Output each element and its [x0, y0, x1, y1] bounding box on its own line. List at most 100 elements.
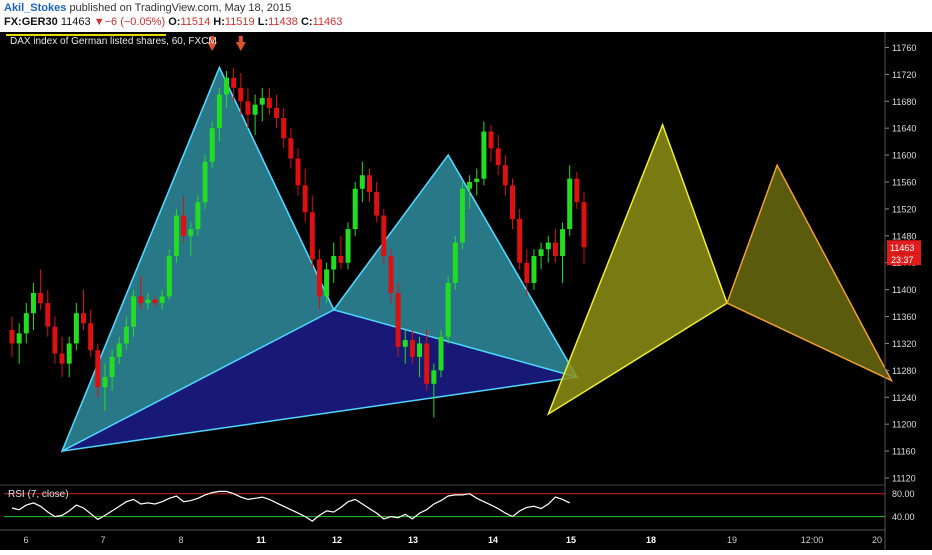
- candle-body: [581, 202, 587, 248]
- candle-body: [502, 165, 508, 186]
- price-tick-label: 11560: [892, 178, 916, 188]
- candle-body: [16, 333, 22, 344]
- candle-body: [381, 215, 387, 256]
- price-tick-label: 11680: [892, 97, 916, 107]
- candle-body: [288, 138, 294, 159]
- candle-body: [81, 313, 86, 324]
- candle-body: [152, 299, 158, 304]
- time-tick-label: 12:00: [801, 535, 824, 545]
- candle-body: [95, 350, 101, 388]
- candle-body: [316, 259, 322, 297]
- down-arrow-icon-stem: [238, 36, 243, 42]
- candle-body: [252, 104, 258, 115]
- candle-body: [309, 212, 315, 260]
- candle-body: [552, 242, 558, 256]
- publish-line: Akil_Stokes published on TradingView.com…: [4, 2, 291, 14]
- time-tick-label: 18: [646, 535, 656, 545]
- time-tick-label: 11: [256, 535, 266, 545]
- candle-body: [545, 242, 551, 250]
- candle-body: [231, 77, 237, 88]
- price-tick-label: 11240: [892, 393, 916, 403]
- candle-body: [166, 256, 172, 297]
- candle-body: [59, 353, 65, 364]
- candle-body: [38, 293, 44, 304]
- candle-body: [495, 148, 501, 166]
- price-tick-label: 11320: [892, 339, 916, 349]
- candle-body: [224, 77, 229, 95]
- candle-body: [9, 330, 15, 344]
- time-axis: 6 7 8 11 12 13 14 15 18 19 12:00 20: [0, 529, 885, 545]
- chart-area[interactable]: 11760 11720 11680 11640 11600 11560 11520 11480…: [0, 32, 932, 550]
- candle-body: [359, 175, 365, 189]
- low-label: L:: [257, 16, 269, 28]
- candle-body: [181, 215, 187, 236]
- candle-body: [302, 185, 308, 213]
- candle-body: [202, 161, 208, 203]
- price-tick-label: 11160: [892, 447, 916, 457]
- candle-body: [402, 340, 408, 347]
- rsi-pane: 80.00 40.00: [4, 489, 915, 522]
- price-tick-label: 11520: [892, 204, 916, 214]
- high-label: H:: [213, 16, 225, 28]
- price-tick-label: 11720: [892, 70, 916, 80]
- close-value: 11463: [312, 16, 343, 28]
- symbol-label[interactable]: FX:GER30: [4, 16, 58, 28]
- candle-body: [474, 178, 480, 182]
- candle-body: [567, 178, 573, 230]
- candle-body: [467, 182, 473, 189]
- candle-body: [173, 215, 179, 256]
- candle-body: [138, 296, 144, 304]
- candle-body: [517, 219, 523, 263]
- price-badges: 11463 23:37: [887, 240, 921, 266]
- rsi-label: RSI (7, close): [8, 489, 69, 500]
- time-tick-label: 7: [100, 535, 105, 545]
- candle-body: [102, 377, 108, 388]
- candle-body: [438, 336, 444, 371]
- candle-body: [417, 343, 423, 357]
- candle-body: [388, 256, 394, 293]
- candle-body: [524, 262, 530, 283]
- candle-body: [123, 326, 129, 344]
- price-change: ▼−6 (−0.05%): [93, 16, 166, 28]
- time-tick-label: 13: [408, 535, 418, 545]
- candle-body: [324, 269, 330, 297]
- candle-body: [259, 97, 265, 105]
- time-tick-label: 6: [23, 535, 28, 545]
- candle-body: [452, 242, 458, 283]
- candle-body: [295, 158, 301, 186]
- candle-body: [395, 293, 401, 347]
- price-tick-label: 11360: [892, 312, 916, 322]
- price-tick-label: 11640: [892, 124, 916, 134]
- candle-body: [195, 202, 201, 230]
- candle-body: [30, 293, 36, 314]
- author-link[interactable]: Akil_Stokes: [4, 2, 66, 14]
- candle-body: [266, 97, 272, 108]
- publish-info: published on TradingView.com, May 18, 20…: [69, 2, 292, 14]
- candle-body: [531, 256, 537, 283]
- candle-body: [352, 188, 358, 230]
- low-value: 11438: [268, 16, 298, 28]
- open-value: 11514: [180, 16, 211, 28]
- high-value: 11519: [224, 16, 255, 28]
- candle-body: [23, 313, 29, 334]
- price-tick-label: 11760: [892, 43, 916, 53]
- candle-body: [116, 343, 122, 357]
- rsi-tick-label: 80.00: [892, 489, 915, 499]
- candle-body: [73, 313, 79, 344]
- candle-body: [88, 323, 94, 351]
- candle-body: [131, 296, 137, 327]
- candle-body: [481, 131, 487, 179]
- chart-canvas[interactable]: 1176011720116801164011600115601152011480…: [0, 32, 932, 550]
- candle-body: [374, 192, 380, 216]
- candle-body: [574, 178, 580, 203]
- candle-body: [209, 128, 215, 162]
- candle-body: [274, 108, 280, 119]
- candle-body: [345, 229, 351, 263]
- chart-header: Akil_Stokes published on TradingView.com…: [0, 0, 932, 32]
- close-label: C:: [300, 16, 313, 28]
- rsi-tick-label: 40.00: [892, 512, 915, 522]
- candle-body: [245, 101, 251, 115]
- time-tick-label: 12: [332, 535, 342, 545]
- candle-body: [216, 94, 222, 129]
- candle-body: [52, 326, 58, 354]
